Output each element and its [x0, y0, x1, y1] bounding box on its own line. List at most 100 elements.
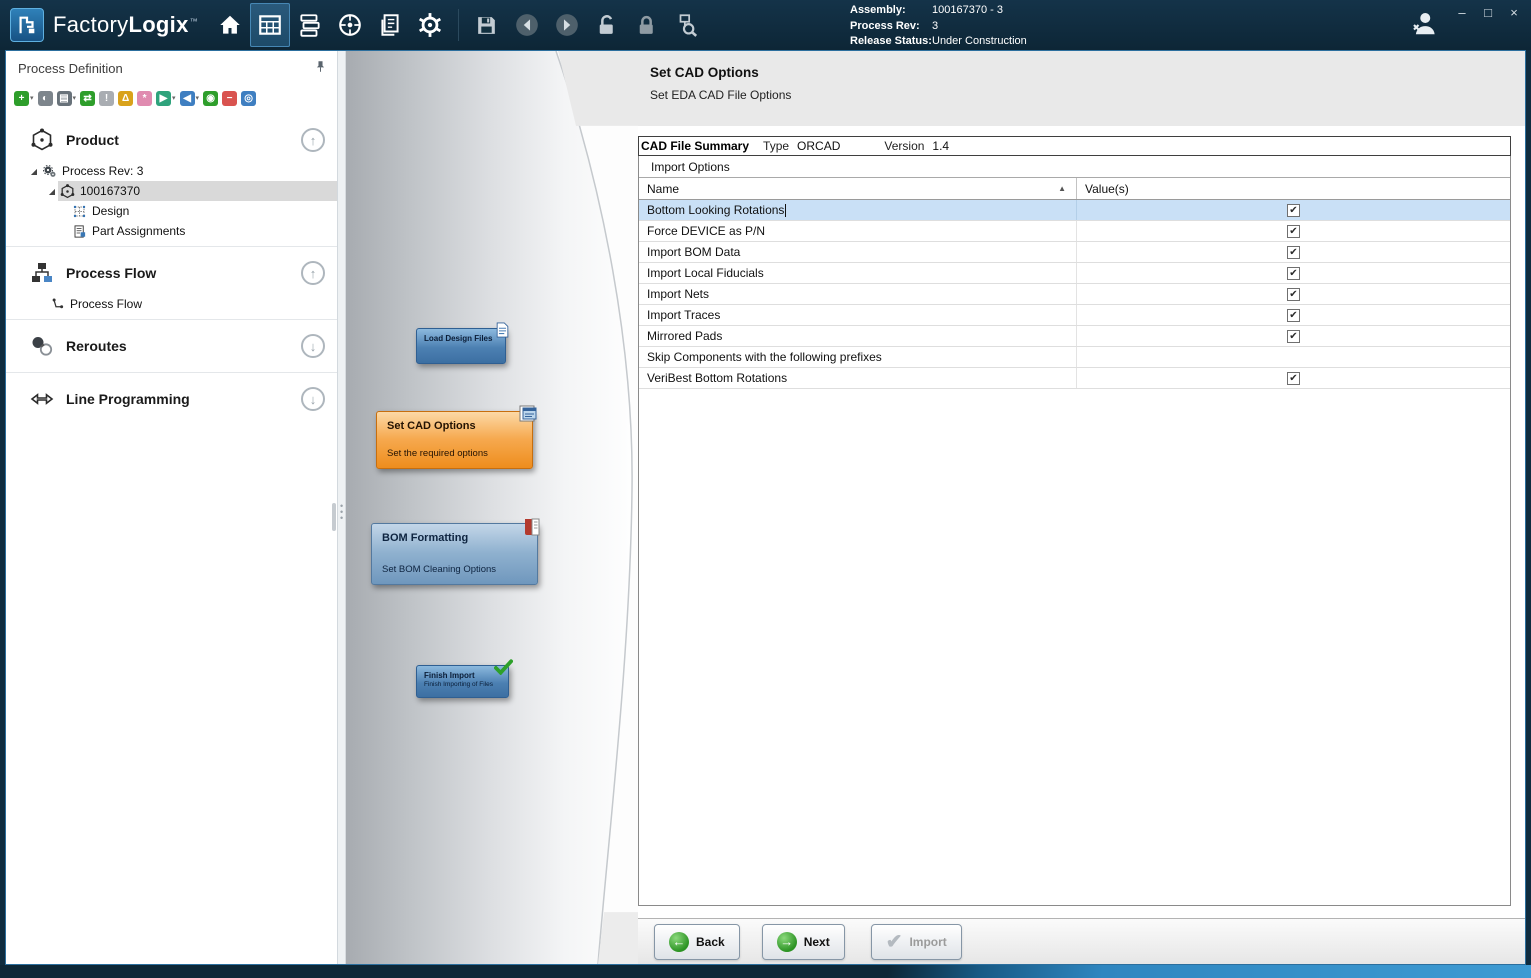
table-row[interactable]: Mirrored Pads✔	[639, 326, 1510, 347]
option-checkbox[interactable]: ✔	[1287, 309, 1300, 322]
forward-icon[interactable]	[547, 3, 587, 47]
next-button[interactable]: → Next	[762, 924, 845, 960]
option-value: ✔	[1077, 242, 1510, 262]
release-status-value: Under Construction	[932, 34, 1027, 50]
unlock-icon[interactable]	[587, 3, 627, 47]
expand-reroutes-button[interactable]: ↓	[301, 334, 325, 358]
panel-header: Set CAD Options Set EDA CAD File Options	[638, 51, 1525, 126]
minimize-button[interactable]: –	[1455, 5, 1469, 20]
option-name: Import Nets	[639, 284, 1077, 304]
import-icon[interactable]: ◀	[180, 91, 195, 106]
divider	[6, 319, 337, 320]
audit-search-icon[interactable]	[667, 3, 707, 47]
tree-node-assembly[interactable]: ◢ 100167370	[6, 181, 337, 201]
process-definition-icon[interactable]	[250, 3, 290, 47]
lock-icon[interactable]	[627, 3, 667, 47]
option-checkbox[interactable]: ✔	[1287, 267, 1300, 280]
option-checkbox[interactable]: ✔	[1287, 246, 1300, 259]
process-rev-label: Process Rev:	[850, 19, 932, 35]
app-window: FactoryLogix™	[0, 0, 1531, 978]
dropdown-caret-icon[interactable]: ▾	[172, 94, 176, 102]
save-icon[interactable]	[467, 3, 507, 47]
name-column-header[interactable]: Name ▲	[639, 178, 1077, 199]
dropdown-caret-icon[interactable]: ▾	[30, 94, 34, 102]
cad-file-summary-bar: CAD File Summary Type ORCAD Version 1.4	[638, 136, 1511, 156]
section-label-line-programming: Line Programming	[66, 391, 289, 407]
option-name: Bottom Looking Rotations	[639, 200, 1077, 220]
workflow-step-bom-formatting[interactable]: BOM Formatting Set BOM Cleaning Options	[371, 523, 538, 585]
web-icon[interactable]: ◐	[38, 91, 53, 106]
table-row[interactable]: Force DEVICE as P/N✔	[639, 221, 1510, 242]
sidebar-section-product[interactable]: Product ↑	[6, 119, 337, 161]
assembly-value: 100167370 - 3	[932, 3, 1003, 19]
option-checkbox[interactable]: ✔	[1287, 204, 1300, 217]
flask-icon[interactable]: Δ	[118, 91, 133, 106]
workflow-step-set-cad-options[interactable]: Set CAD Options Set the required options	[376, 411, 533, 469]
option-checkbox[interactable]: ✔	[1287, 372, 1300, 385]
table-row[interactable]: Import Nets ✔	[639, 284, 1510, 305]
tree-node-process-flow[interactable]: Process Flow	[6, 294, 337, 314]
sidebar-section-reroutes[interactable]: Reroutes ↓	[6, 325, 337, 367]
maximize-button[interactable]: □	[1481, 5, 1495, 20]
remove-icon[interactable]: −	[222, 91, 237, 106]
tree-node-design[interactable]: Design	[6, 201, 337, 221]
production-icon[interactable]	[330, 3, 370, 47]
add-icon[interactable]: +	[14, 91, 29, 106]
option-checkbox[interactable]: ✔	[1287, 330, 1300, 343]
tree-node-part-assignments[interactable]: Part Assignments	[6, 221, 337, 241]
table-row[interactable]: VeriBest Bottom Rotations✔	[639, 368, 1510, 389]
page-title: Set CAD Options	[650, 65, 1525, 80]
back-button[interactable]: ← Back	[654, 924, 740, 960]
table-row[interactable]: Import BOM Data✔	[639, 242, 1510, 263]
option-value: ✔	[1077, 263, 1510, 283]
values-column-header[interactable]: Value(s)	[1077, 178, 1510, 199]
home-icon[interactable]	[210, 3, 250, 47]
table-row[interactable]: Import Local Fiducials ✔	[639, 263, 1510, 284]
user-logout-icon[interactable]	[1409, 8, 1439, 43]
expand-line-programming-button[interactable]: ↓	[301, 387, 325, 411]
dropdown-caret-icon[interactable]: ▾	[73, 94, 77, 102]
divider	[6, 372, 337, 373]
swap-icon[interactable]: ⇄	[80, 91, 95, 106]
expander-icon[interactable]: ◢	[46, 187, 58, 196]
close-button[interactable]: ×	[1507, 5, 1521, 20]
collapse-process-flow-button[interactable]: ↑	[301, 261, 325, 285]
import-button[interactable]: ✔ Import	[871, 924, 962, 960]
sync-icon[interactable]: ◉	[203, 91, 218, 106]
back-icon[interactable]	[507, 3, 547, 47]
step-subtitle: Set the required options	[377, 448, 532, 468]
option-checkbox[interactable]: ✔	[1287, 225, 1300, 238]
table-row[interactable]: Import Traces✔	[639, 305, 1510, 326]
export-icon[interactable]: ▶	[156, 91, 171, 106]
table-row[interactable]: Skip Components with the following prefi…	[639, 347, 1510, 368]
workflow-step-load-design-files[interactable]: Load Design Files	[416, 328, 506, 364]
info-icon[interactable]: ◎	[241, 91, 256, 106]
process-definition-panel: Process Definition +▾◐▤▾⇄!Δ*▶▾◀▾◉−◎ Prod…	[6, 51, 338, 964]
flower-icon[interactable]: *	[137, 91, 152, 106]
option-name: Skip Components with the following prefi…	[639, 347, 1077, 367]
materials-icon[interactable]	[290, 3, 330, 47]
sidebar-scrollbar[interactable]	[332, 503, 336, 531]
table-row[interactable]: Bottom Looking Rotations ✔	[639, 200, 1510, 221]
option-value: ✔	[1077, 326, 1510, 346]
option-name: Import Local Fiducials	[639, 263, 1077, 283]
step-subtitle: Set BOM Cleaning Options	[372, 564, 537, 584]
set-cad-options-panel: Set CAD Options Set EDA CAD File Options…	[638, 51, 1525, 964]
documents-icon[interactable]	[370, 3, 410, 47]
settings-gear-icon[interactable]	[410, 3, 450, 47]
sidebar-section-line-programming[interactable]: Line Programming ↓	[6, 378, 337, 420]
option-checkbox[interactable]: ✔	[1287, 288, 1300, 301]
sidebar-section-process-flow[interactable]: Process Flow ↑	[6, 252, 337, 294]
key-icon[interactable]: !	[99, 91, 114, 106]
tree-node-process-rev[interactable]: ◢ Process Rev: 3	[6, 161, 337, 181]
expander-icon[interactable]: ◢	[28, 167, 40, 176]
process-rev-value: 3	[932, 19, 938, 35]
print-icon[interactable]: ▤	[57, 91, 72, 106]
section-label-reroutes: Reroutes	[66, 338, 289, 354]
collapse-product-button[interactable]: ↑	[301, 128, 325, 152]
panel-splitter[interactable]: •••	[338, 51, 346, 964]
pin-icon[interactable]	[314, 60, 327, 76]
import-options-header: Import Options	[639, 156, 1510, 178]
workflow-step-finish-import[interactable]: Finish Import Finish Importing of Files	[416, 665, 509, 698]
dropdown-caret-icon[interactable]: ▾	[196, 94, 200, 102]
